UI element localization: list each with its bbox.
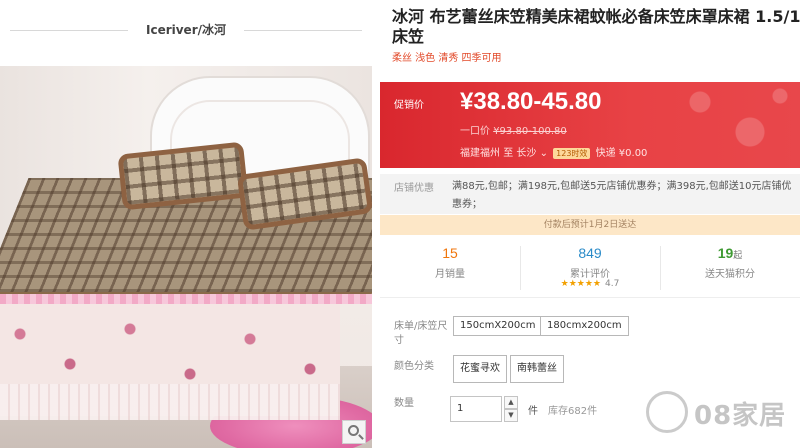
brand-header: Iceriver/冰河 (0, 18, 372, 42)
color-option-1[interactable]: 花蜜寻欢 (453, 355, 507, 383)
product-info: 冰河 布艺蕾丝床笠精美床裙蚊帐必备床笠床罩床裙 1.5/1.8 床笠 柔丝 浅色… (380, 0, 800, 448)
promo-price: ¥38.80-45.80 (460, 88, 602, 115)
promo-text-cont: 惠券； (452, 199, 482, 210)
product-gallery: Iceriver/冰河 (0, 0, 372, 448)
product-subtitle: 柔丝 浅色 清秀 四季可用 (392, 53, 502, 64)
total-reviews[interactable]: 849 累计评价 ★★★★★ 4.7 (520, 236, 660, 298)
color-option-2[interactable]: 南韩蕾丝 (510, 355, 564, 383)
quantity-input[interactable]: 1 (450, 396, 502, 422)
tmall-points: 19起 送天猫积分 (705, 245, 755, 280)
quantity-unit: 件 (528, 406, 538, 417)
delivery-notice: 付款后预计1月2日送达 (380, 215, 800, 235)
product-title-cont: 床笠 (392, 27, 425, 46)
quantity-label: 数量 (394, 398, 414, 409)
monthly-sales: 15 月销量 (435, 245, 465, 280)
search-zoom-icon[interactable] (342, 420, 366, 444)
color-label: 颜色分类 (394, 361, 434, 372)
price-panel: 促销价 ¥38.80-45.80 一口价 ¥93.80-100.80 福建福州 … (380, 82, 800, 168)
stock-count: 库存682件 (548, 406, 598, 417)
promo-price-label: 促销价 (394, 100, 424, 111)
shipping-info: 福建福州 至 长沙 ⌄ 123时效 快递 ¥0.00 (460, 148, 648, 159)
product-title: 冰河 布艺蕾丝床笠精美床裙蚊帐必备床笠床罩床裙 1.5/1.8 (392, 7, 800, 26)
time-badge: 123时效 (553, 148, 591, 159)
quantity-up-button[interactable]: ▲ (504, 396, 518, 409)
quantity-down-button[interactable]: ▼ (504, 409, 518, 422)
destination-select[interactable]: 长沙 ⌄ (516, 148, 548, 159)
star-icon: ★★★★★ 4.7 (560, 279, 620, 289)
promo-label: 店铺优惠 (394, 183, 434, 194)
chevron-down-icon: ⌄ (539, 148, 548, 159)
size-option-150[interactable]: 150cmX200cm (453, 316, 543, 336)
size-option-180[interactable]: 180cmx200cm (540, 316, 629, 336)
promo-text: 满88元,包邮；满198元,包邮送5元店铺优惠券；满398元,包邮送10元店铺优 (452, 181, 792, 192)
original-price: 一口价 ¥93.80-100.80 (460, 126, 567, 137)
stats-bar: 15 月销量 849 累计评价 ★★★★★ 4.7 19起 送天猫积分 (380, 236, 800, 298)
store-promotions: 店铺优惠 满88元,包邮；满198元,包邮送5元店铺优惠券；满398元,包邮送1… (380, 174, 800, 214)
product-image[interactable] (0, 66, 372, 448)
size-label: 床单/床笠尺寸 (394, 321, 448, 346)
divider (244, 30, 362, 31)
